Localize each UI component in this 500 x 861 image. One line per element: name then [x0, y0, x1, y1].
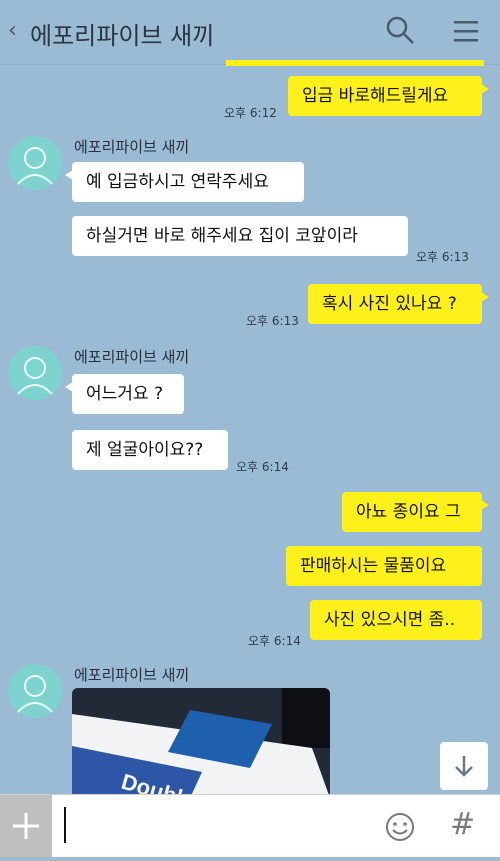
- avatar[interactable]: [8, 136, 62, 190]
- sender-name: 에포리파이브 새끼: [74, 666, 190, 684]
- scroll-down-button[interactable]: [440, 742, 488, 790]
- emoji-icon[interactable]: [384, 811, 416, 843]
- message-time: 오후 6:14: [248, 634, 301, 648]
- their-message[interactable]: 어느거요 ?: [65, 374, 184, 414]
- message-input[interactable]: [64, 807, 66, 843]
- sender-name: 에포리파이브 새끼: [74, 138, 190, 156]
- chat-title: 에포리파이브 새끼: [30, 22, 215, 50]
- my-message[interactable]: 입금 바로해드릴게요: [288, 76, 489, 116]
- my-message[interactable]: 혹시 사진 있나요 ?: [308, 284, 489, 324]
- image-message[interactable]: Double: [72, 688, 330, 798]
- message-time: 오후 6:13: [416, 250, 469, 264]
- person-icon: [17, 675, 53, 713]
- partial-bubble: [226, 60, 484, 66]
- avatar[interactable]: [8, 346, 62, 400]
- plus-button[interactable]: [0, 795, 52, 857]
- avatar[interactable]: [8, 664, 62, 718]
- sender-name: 에포리파이브 새끼: [74, 348, 190, 366]
- person-icon: [17, 147, 53, 185]
- chat-header: ‹ 에포리파이브 새끼: [0, 0, 500, 65]
- menu-icon[interactable]: [452, 18, 480, 44]
- my-message[interactable]: 사진 있으시면 좀..: [310, 600, 482, 640]
- chat-area[interactable]: 오후 6:12 입금 바로해드릴게요 에포리파이브 새끼 예 입금하시고 연락주…: [0, 60, 500, 798]
- message-time: 오후 6:14: [236, 460, 289, 474]
- plus-icon: [13, 813, 39, 839]
- photo-image: Double: [72, 688, 330, 798]
- my-message[interactable]: 아뇨 종이요 그: [342, 492, 489, 532]
- message-time: 오후 6:12: [224, 106, 277, 120]
- my-message[interactable]: 판매하시는 물품이요: [286, 546, 482, 586]
- their-message[interactable]: 하실거면 바로 해주세요 집이 코앞이라: [72, 216, 408, 256]
- their-message[interactable]: 예 입금하시고 연락주세요: [65, 162, 304, 202]
- scroll-down-icon: [455, 756, 473, 777]
- back-icon[interactable]: ‹: [8, 18, 17, 43]
- hash-icon[interactable]: #: [450, 807, 475, 842]
- message-time: 오후 6:13: [246, 314, 299, 328]
- person-icon: [17, 357, 53, 395]
- input-bar: #: [0, 794, 500, 857]
- their-message[interactable]: 제 얼굴아이요??: [72, 430, 228, 470]
- search-icon[interactable]: [384, 14, 416, 46]
